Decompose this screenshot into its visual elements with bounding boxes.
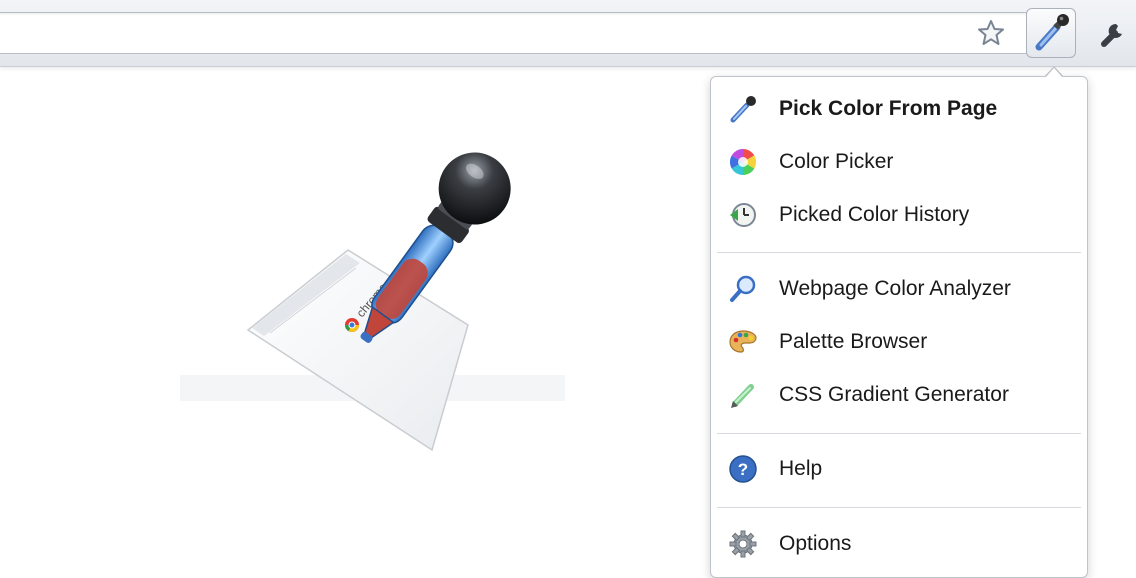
star-icon[interactable] — [976, 18, 1006, 48]
menu-item-label: Webpage Color Analyzer — [779, 277, 1011, 300]
menu-item-webpage-color-analyzer[interactable]: Webpage Color Analyzer — [711, 268, 1085, 308]
menu-item-picked-color-history[interactable]: Picked Color History — [711, 194, 1085, 234]
color-wheel-icon — [727, 146, 759, 178]
menu-item-label: Help — [779, 457, 823, 480]
menu-separator — [717, 507, 1081, 508]
menu-item-label: Pick Color From Page — [779, 97, 998, 120]
color-picker-extension-button[interactable] — [1026, 8, 1076, 58]
menu-item-color-picker[interactable]: Color Picker — [711, 141, 1085, 181]
menu-item-label: Picked Color History — [779, 203, 970, 226]
history-clock-icon — [727, 199, 759, 231]
menu-item-help[interactable]: ? Help — [711, 448, 1085, 488]
menu-item-label: Palette Browser — [779, 330, 928, 353]
extension-popup-menu: Pick Color From Page Color Picker Picked… — [710, 76, 1088, 578]
svg-text:?: ? — [738, 460, 748, 479]
eyedropper-icon — [727, 93, 759, 125]
menu-separator — [717, 252, 1081, 253]
eyedropper-icon — [1035, 14, 1069, 51]
eyedropper-illustration: chrome — [180, 130, 570, 460]
menu-item-css-gradient-generator[interactable]: CSS Gradient Generator — [711, 374, 1085, 414]
address-bar[interactable] — [0, 12, 1028, 54]
menu-item-palette-browser[interactable]: Palette Browser — [711, 321, 1085, 361]
menu-item-label: Options — [779, 532, 852, 555]
menu-item-label: CSS Gradient Generator — [779, 383, 1009, 406]
menu-item-options[interactable]: Options — [711, 523, 1085, 563]
gear-icon — [727, 528, 759, 560]
menu-arrow-inner — [1045, 68, 1063, 78]
menu-separator — [717, 433, 1081, 434]
help-icon: ? — [727, 453, 759, 485]
wrench-icon[interactable] — [1094, 18, 1128, 50]
menu-item-pick-color-from-page[interactable]: Pick Color From Page — [711, 88, 1085, 128]
palette-icon — [727, 326, 759, 358]
browser-toolbar — [0, 0, 1136, 67]
menu-item-label: Color Picker — [779, 150, 894, 173]
magnifier-icon — [727, 273, 759, 305]
pen-icon — [727, 379, 759, 411]
